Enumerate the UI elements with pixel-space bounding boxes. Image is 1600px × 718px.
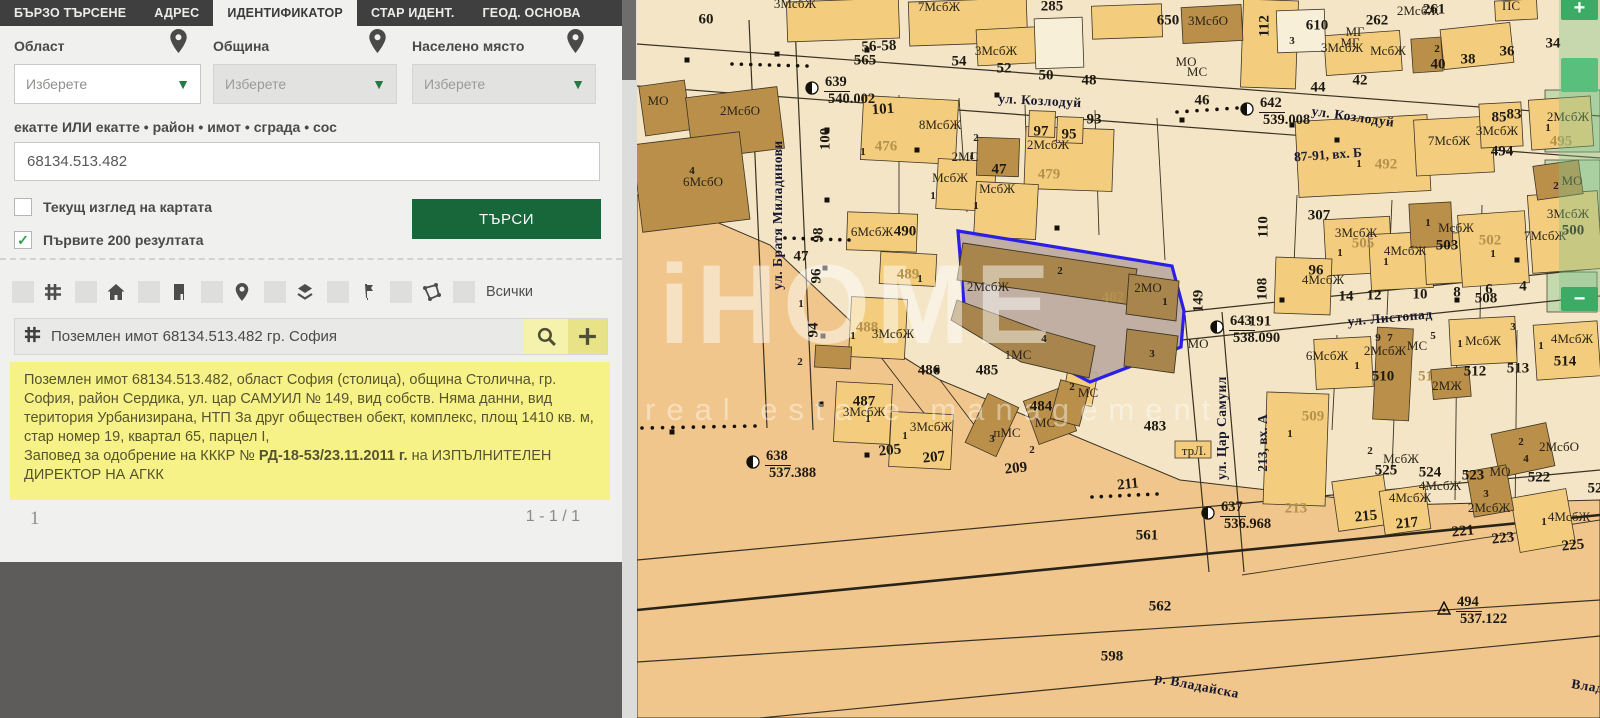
oblast-select-value: Изберете [26, 76, 87, 92]
first200-checkbox[interactable]: ✓ [14, 231, 32, 249]
grid-icon [41, 279, 65, 305]
result-title: Поземлен имот 68134.513.482 гр. София [51, 328, 524, 345]
parcel-info-line1: Поземлен имот 68134.513.482, област Софи… [24, 372, 594, 445]
order-prefix: Заповед за одобрение на КККР № [24, 448, 259, 464]
result-row[interactable]: Поземлен имот 68134.513.482 гр. София [14, 318, 608, 355]
oblast-pin-icon[interactable] [170, 29, 187, 53]
tab-3[interactable]: ИДЕНТИФИКАТОР [213, 0, 357, 26]
chevron-down-icon: ▼ [362, 65, 396, 103]
result-range: 1 - 1 / 1 [526, 508, 580, 526]
first200-label: Първите 200 резултата [43, 232, 204, 248]
house-icon [104, 279, 128, 305]
naseleno-select: Изберете ▼ [412, 64, 596, 104]
page-number[interactable]: 1 [30, 508, 40, 530]
building-icon [167, 279, 191, 305]
obshtina-label: Община [213, 38, 269, 54]
tab-bar: БЪРЗО ТЪРСЕНЕАДРЕСИДЕНТИФИКАТОРСТАР ИДЕН… [0, 0, 622, 26]
layer-checkbox-all[interactable] [453, 281, 475, 303]
ekatte-label: екатте ИЛИ екатте • район • имот • сград… [14, 119, 337, 135]
search-panel: БЪРЗО ТЪРСЕНЕАДРЕСИДЕНТИФИКАТОРСТАР ИДЕН… [0, 0, 622, 718]
order-number: РД-18-53/23.11.2011 г. [259, 448, 408, 464]
panel-collapse-handle[interactable] [622, 0, 636, 80]
obshtina-pin-icon[interactable] [369, 29, 386, 53]
parcel-info-box: Поземлен имот 68134.513.482, област Софи… [10, 362, 610, 500]
obshtina-select-value: Изберете [225, 76, 286, 92]
tab-2[interactable]: АДРЕС [140, 0, 213, 26]
add-result-button[interactable] [568, 319, 607, 354]
app-window: БЪРЗО ТЪРСЕНЕАДРЕСИДЕНТИФИКАТОРСТАР ИДЕН… [0, 0, 1600, 718]
oblast-label: Област [14, 38, 65, 54]
naseleno-label: Населено място [412, 38, 524, 54]
layer-filter-row: Всички [12, 279, 533, 305]
layer-checkbox-building[interactable] [138, 281, 160, 303]
identifier-input[interactable] [14, 142, 600, 181]
pin-icon [230, 279, 254, 305]
chevron-down-icon: ▼ [561, 65, 595, 103]
zoom-to-result-button[interactable] [524, 319, 568, 354]
layer-checkbox-flag[interactable] [327, 281, 349, 303]
separator [0, 258, 622, 260]
polygon-icon [419, 279, 443, 305]
panel-empty-area [0, 562, 622, 718]
flag-icon [356, 279, 380, 305]
map-canvas[interactable]: iHOME real estate management ул. Козлоду… [637, 0, 1600, 718]
parcel-grid-icon [23, 325, 42, 349]
zoom-in-button[interactable]: + [1561, 0, 1598, 20]
tab-4[interactable]: СТАР ИДЕНТ. [357, 0, 469, 26]
layer-checkbox-layers[interactable] [264, 281, 286, 303]
chevron-down-icon: ▼ [166, 65, 200, 103]
layer-checkbox-pin[interactable] [201, 281, 223, 303]
layer-checkbox-house[interactable] [75, 281, 97, 303]
panel-divider[interactable] [622, 0, 637, 718]
current-view-checkbox[interactable] [14, 198, 32, 216]
layer-checkbox-polygon[interactable] [390, 281, 412, 303]
cadastral-map-drawing [637, 0, 1600, 718]
layers-all-label: Всички [486, 284, 533, 300]
naseleno-select-value: Изберете [424, 76, 485, 92]
current-view-label: Текущ изглед на картата [43, 199, 212, 215]
current-view-checkbox-row[interactable]: Текущ изглед на картата [14, 198, 212, 216]
naseleno-pin-icon[interactable] [567, 29, 584, 53]
tab-1[interactable]: БЪРЗО ТЪРСЕНЕ [0, 0, 140, 26]
pagination-bar: 1 1 - 1 / 1 [0, 500, 622, 562]
zoom-out-button[interactable]: − [1561, 287, 1598, 311]
layers-icon [293, 279, 317, 305]
zoom-slider-track[interactable] [1559, 0, 1600, 312]
first200-checkbox-row[interactable]: ✓ Първите 200 резултата [14, 231, 204, 249]
obshtina-select: Изберете ▼ [213, 64, 397, 104]
tab-5[interactable]: ГЕОД. ОСНОВА [469, 0, 595, 26]
search-button[interactable]: ТЪРСИ [412, 199, 601, 239]
oblast-select[interactable]: Изберете ▼ [14, 64, 201, 104]
zoom-slider-thumb[interactable] [1561, 58, 1598, 92]
layer-checkbox-grid[interactable] [12, 281, 34, 303]
